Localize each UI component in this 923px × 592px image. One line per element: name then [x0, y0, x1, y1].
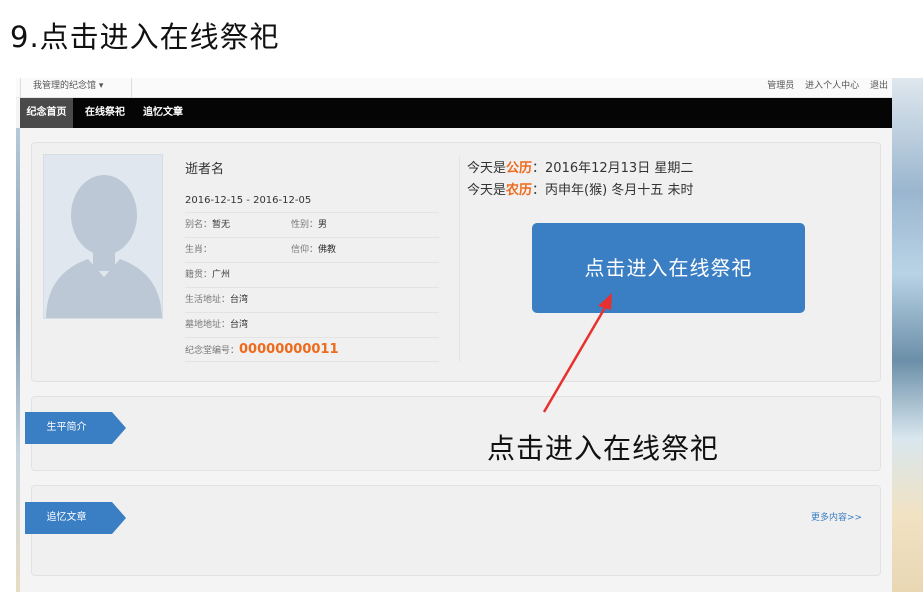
annotation-caption: 点击进入在线祭祀 — [487, 432, 720, 465]
red-arrow-icon — [542, 293, 612, 413]
